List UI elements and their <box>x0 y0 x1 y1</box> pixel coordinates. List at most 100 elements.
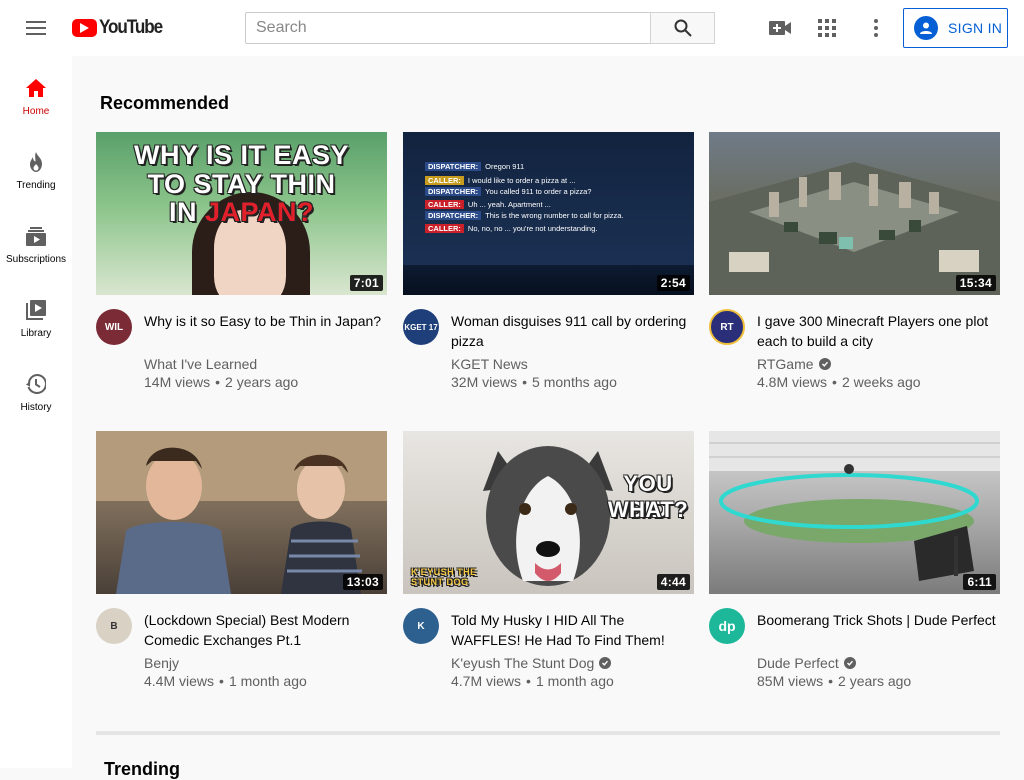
trick-shot-illustration <box>709 431 1000 581</box>
thumbnail-text: TO STAY THIN <box>147 169 336 199</box>
transcript-row: CALLER: Uh ... yeah. Apartment ... <box>425 199 551 210</box>
sign-in-label: SIGN IN <box>948 20 1003 36</box>
create-video-button[interactable] <box>768 16 792 40</box>
video-title[interactable]: (Lockdown Special) Best Modern Comedic E… <box>144 610 384 650</box>
movie-scene-illustration <box>96 431 387 594</box>
thumbnail-text: WHY IS IT EASY <box>133 140 350 170</box>
search-button[interactable] <box>650 12 715 44</box>
account-circle-icon <box>914 16 938 40</box>
video-duration: 6:11 <box>963 574 996 590</box>
video-thumbnail[interactable]: 13:03 <box>96 431 387 594</box>
section-title-recommended: Recommended <box>100 93 230 113</box>
video-thumbnail[interactable]: DISPATCHER: Oregon 911 CALLER: I would lik… <box>403 132 694 295</box>
verified-badge-icon <box>599 657 612 669</box>
video-stats: 32M views • 5 months ago <box>451 374 617 390</box>
hamburger-menu-icon <box>26 21 46 35</box>
view-count: 4.4M views <box>144 673 215 689</box>
video-title[interactable]: Boomerang Trick Shots | Dude Perfect <box>757 610 997 630</box>
subscriptions-icon <box>24 224 48 248</box>
video-card: 13:03 B (Lockdown Special) Best Modern C… <box>96 431 387 694</box>
view-count: 32M views <box>451 374 518 390</box>
video-stats: 85M views • 2 years ago <box>757 673 912 689</box>
sign-in-button[interactable]: SIGN IN <box>903 8 1008 48</box>
upload-age: 1 month ago <box>228 673 307 689</box>
guide-menu-button[interactable] <box>24 16 48 40</box>
channel-name[interactable]: K'eyush The Stunt Dog <box>451 655 612 671</box>
video-title[interactable]: Why is it so Easy to be Thin in Japan? <box>144 311 384 331</box>
sidebar-item-trending[interactable]: Trending <box>0 130 72 204</box>
video-meta: dp Boomerang Trick Shots | Dude Perfect … <box>709 594 1000 694</box>
video-camera-add-icon <box>769 21 791 35</box>
sidebar-item-label: Trending <box>16 180 56 191</box>
video-stats: 4.4M views • 1 month ago <box>144 673 307 689</box>
channel-name[interactable]: KGET News <box>451 356 528 372</box>
youtube-logo[interactable]: YouTube <box>72 17 169 39</box>
view-count: 85M views <box>757 673 824 689</box>
video-meta: B (Lockdown Special) Best Modern Comedic… <box>96 594 387 694</box>
more-vertical-icon <box>874 19 878 37</box>
verified-badge-icon <box>818 358 831 370</box>
channel-avatar[interactable]: K <box>403 608 439 644</box>
video-meta: KGET 17 Woman disguises 911 call by orde… <box>403 295 694 395</box>
video-card: WHY IS IT EASY TO STAY THIN IN JAPAN? 7:… <box>96 132 387 395</box>
video-stats: 4.8M views • 2 weeks ago <box>757 374 921 390</box>
transcript-row: DISPATCHER: You called 911 to order a piz… <box>425 186 591 197</box>
search-box <box>245 12 651 44</box>
channel-avatar[interactable]: B <box>96 608 132 644</box>
upload-age: 2 years ago <box>225 374 299 390</box>
sidebar-item-library[interactable]: Library <box>0 278 72 352</box>
video-title[interactable]: Told My Husky I HID All The WAFFLES! He … <box>451 610 691 650</box>
transcript-row: CALLER: No, no, no ... you're not underst… <box>425 223 597 234</box>
video-meta: K Told My Husky I HID All The WAFFLES! H… <box>403 594 694 694</box>
video-card: 15:34 RT I gave 300 Minecraft Players on… <box>709 132 1000 395</box>
search-input[interactable] <box>246 13 650 43</box>
section-divider <box>96 731 1000 735</box>
sidebar-item-label: History <box>20 402 52 413</box>
video-duration: 4:44 <box>656 574 690 590</box>
channel-avatar[interactable]: WIL <box>96 309 132 345</box>
home-icon <box>24 76 48 100</box>
sidebar-item-label: Subscriptions <box>5 254 67 265</box>
sidebar-item-home[interactable]: Home <box>0 56 72 130</box>
logo-text: YouTube <box>99 17 163 38</box>
video-thumbnail[interactable]: WHY IS IT EASY TO STAY THIN IN JAPAN? 7:… <box>96 132 387 295</box>
thumbnail-text: IN JAPAN? <box>168 197 315 227</box>
video-thumbnail[interactable]: 6:11 <box>709 431 1000 594</box>
channel-name[interactable]: RTGame <box>757 356 831 372</box>
video-duration: 2:54 <box>656 275 690 291</box>
video-meta: WIL Why is it so Easy to be Thin in Japa… <box>96 295 387 395</box>
channel-name[interactable]: Benjy <box>144 655 179 671</box>
apps-grid-icon <box>818 19 836 37</box>
upload-age: 5 months ago <box>532 374 617 390</box>
view-count: 4.7M views <box>451 673 522 689</box>
browse-content: Recommended WHY IS IT EASY TO STAY THIN … <box>72 56 1024 779</box>
top-bar: YouTube SIGN IN <box>0 0 1024 56</box>
transcript-row: CALLER: I would like to order a pizza at … <box>425 175 575 186</box>
thumbnail-watermark: K'EYUSH THE STUNT DOG <box>411 567 477 587</box>
transcript-row: DISPATCHER: Oregon 911 <box>425 161 524 172</box>
section-title-trending: Trending <box>104 759 180 779</box>
upload-age: 2 years ago <box>838 673 912 689</box>
channel-name[interactable]: Dude Perfect <box>757 655 856 671</box>
flame-icon <box>24 150 48 174</box>
channel-avatar[interactable]: RT <box>709 309 745 345</box>
sidebar-item-subscriptions[interactable]: Subscriptions <box>0 204 72 278</box>
channel-name[interactable]: What I've Learned <box>144 356 257 372</box>
apps-button[interactable] <box>815 16 839 40</box>
video-title[interactable]: I gave 300 Minecraft Players one plot ea… <box>757 311 997 351</box>
sidebar-item-history[interactable]: History <box>0 352 72 426</box>
mini-guide-sidebar: Home Trending Subscriptions Library Hist… <box>0 56 72 768</box>
video-thumbnail[interactable]: 15:34 <box>709 132 1000 295</box>
channel-avatar[interactable]: KGET 17 <box>403 309 439 345</box>
video-card: 6:11 dp Boomerang Trick Shots | Dude Per… <box>709 431 1000 694</box>
settings-more-button[interactable] <box>864 16 888 40</box>
video-duration: 13:03 <box>342 574 383 590</box>
video-stats: 4.7M views • 1 month ago <box>451 673 614 689</box>
video-thumbnail[interactable]: YOU DID WHAT? K'EYUSH THE STUNT DOG 4:44 <box>403 431 694 594</box>
search-icon <box>674 19 692 37</box>
view-count: 14M views <box>144 374 211 390</box>
video-meta: RT I gave 300 Minecraft Players one plot… <box>709 295 1000 395</box>
channel-avatar[interactable]: dp <box>709 608 745 644</box>
video-title[interactable]: Woman disguises 911 call by ordering piz… <box>451 311 691 351</box>
thumbnail-text: WHAT? <box>607 497 689 522</box>
